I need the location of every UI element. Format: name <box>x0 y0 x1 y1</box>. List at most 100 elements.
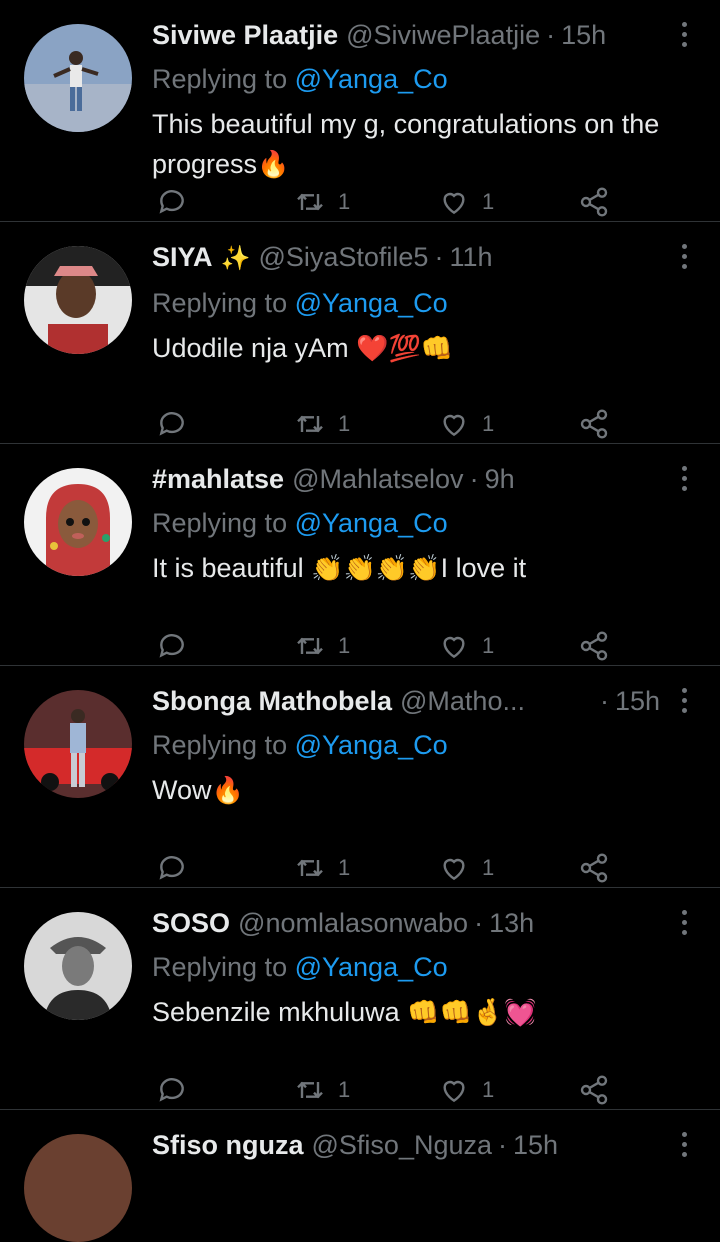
display-name[interactable]: Sbonga Mathobela <box>152 682 392 720</box>
share-button[interactable] <box>578 186 610 218</box>
timestamp[interactable]: 15h <box>615 682 660 720</box>
more-options-icon[interactable] <box>682 244 690 274</box>
tweet-text: This beautiful my g, congratulations on … <box>152 104 660 184</box>
retweet-button[interactable]: 1 <box>294 1074 350 1106</box>
mention-link[interactable]: @Yanga_Co <box>295 508 448 538</box>
separator-dot: · <box>599 686 609 716</box>
mention-link[interactable]: @Yanga_Co <box>295 952 448 982</box>
reply-button[interactable] <box>156 186 188 218</box>
share-icon <box>580 631 608 661</box>
tweet-text: Udodile nja yAm ❤️💯👊 <box>152 328 660 368</box>
tweet-body: Sebenzile mkhuluwa <box>152 997 400 1027</box>
mention-link[interactable]: @Yanga_Co <box>295 730 448 760</box>
display-name[interactable]: Siviwe Plaatjie <box>152 16 338 54</box>
retweet-icon <box>297 1081 323 1099</box>
more-options-icon[interactable] <box>682 1132 690 1162</box>
tweet-text: Wow🔥 <box>152 770 660 810</box>
sparkles-emoji: ✨ <box>220 245 251 272</box>
tweet-actions: 1 1 <box>152 186 622 222</box>
timestamp[interactable]: 15h <box>513 1126 558 1164</box>
share-button[interactable] <box>578 1074 610 1106</box>
share-button[interactable] <box>578 408 610 440</box>
separator-dot: · <box>474 908 484 938</box>
tweet[interactable]: SOSO @nomlalasonwabo · 13h Replying to @… <box>0 888 720 1110</box>
tweet-actions: 1 1 <box>152 408 622 444</box>
tweet[interactable]: Siviwe Plaatjie @SiviwePlaatjie · 15h Re… <box>0 0 720 222</box>
reply-icon <box>159 190 184 214</box>
more-options-icon[interactable] <box>682 910 690 940</box>
more-options-icon[interactable] <box>682 688 690 718</box>
reply-icon <box>159 412 184 436</box>
retweet-icon <box>297 637 323 655</box>
reply-button[interactable] <box>156 630 188 662</box>
reply-button[interactable] <box>156 852 188 884</box>
avatar[interactable] <box>24 912 132 1020</box>
replying-label: Replying to <box>152 952 288 982</box>
like-button[interactable]: 1 <box>438 408 494 440</box>
reply-icon <box>159 856 184 880</box>
retweet-icon <box>297 415 323 433</box>
tweet-body: Udodile nja yAm <box>152 333 349 363</box>
display-name[interactable]: #mahlatse <box>152 460 284 498</box>
tweet[interactable]: Sbonga Mathobela @Matho... · 15h Replyin… <box>0 666 720 888</box>
retweet-button[interactable]: 1 <box>294 408 350 440</box>
avatar[interactable] <box>24 690 132 798</box>
reply-button[interactable] <box>156 1074 188 1106</box>
display-name[interactable]: Sfiso nguza <box>152 1126 304 1164</box>
user-handle[interactable]: @Sfiso_Nguza <box>312 1126 493 1164</box>
timestamp[interactable]: 13h <box>489 904 534 942</box>
share-button[interactable] <box>578 852 610 884</box>
emoji-text: ❤️💯👊 <box>356 333 454 363</box>
like-button[interactable]: 1 <box>438 186 494 218</box>
emoji-text: 🔥 <box>257 149 290 179</box>
timestamp[interactable]: 9h <box>485 460 515 498</box>
emoji-text: 🔥 <box>211 775 244 805</box>
share-icon <box>580 1075 608 1105</box>
replying-label: Replying to <box>152 288 288 318</box>
user-handle[interactable]: @Mahlatselov <box>292 460 463 498</box>
timestamp[interactable]: 15h <box>561 16 606 54</box>
retweet-icon <box>297 859 323 877</box>
tweet-actions: 1 1 <box>152 630 622 666</box>
mention-link[interactable]: @Yanga_Co <box>295 64 448 94</box>
reply-feed: Siviwe Plaatjie @SiviwePlaatjie · 15h Re… <box>0 0 720 1242</box>
tweet-body: It is beautiful <box>152 553 304 583</box>
like-count: 1 <box>482 855 495 880</box>
retweet-button[interactable]: 1 <box>294 630 350 662</box>
share-button[interactable] <box>578 630 610 662</box>
retweet-icon <box>297 193 323 211</box>
like-button[interactable]: 1 <box>438 852 494 884</box>
replying-to: Replying to @Yanga_Co <box>152 284 660 322</box>
share-icon <box>580 409 608 439</box>
tweet-body: This beautiful my g, congratulations on … <box>152 109 660 179</box>
display-name[interactable]: SIYA <box>152 238 213 276</box>
tweet[interactable]: Sfiso nguza @Sfiso_Nguza · 15h <box>0 1110 720 1242</box>
user-handle[interactable]: @nomlalasonwabo <box>238 904 468 942</box>
replying-label: Replying to <box>152 508 288 538</box>
user-handle[interactable]: @SiyaStofile5 <box>258 238 428 276</box>
mention-link[interactable]: @Yanga_Co <box>295 288 448 318</box>
tweet-body: Wow <box>152 775 212 805</box>
share-icon <box>580 187 608 217</box>
heart-icon <box>443 414 465 437</box>
avatar[interactable] <box>24 1134 132 1242</box>
user-handle[interactable]: @SiviwePlaatjie <box>346 16 540 54</box>
more-options-icon[interactable] <box>682 466 690 496</box>
avatar[interactable] <box>24 24 132 132</box>
display-name[interactable]: SOSO <box>152 904 230 942</box>
user-handle[interactable]: @Matho... <box>400 682 525 720</box>
tweet[interactable]: #mahlatse @Mahlatselov · 9h Replying to … <box>0 444 720 666</box>
like-button[interactable]: 1 <box>438 630 494 662</box>
tweet[interactable]: SIYA ✨ @SiyaStofile5 · 11h Replying to @… <box>0 222 720 444</box>
reply-button[interactable] <box>156 408 188 440</box>
replying-to: Replying to @Yanga_Co <box>152 504 660 542</box>
tweet-actions: 1 1 <box>152 1074 622 1110</box>
like-button[interactable]: 1 <box>438 1074 494 1106</box>
retweet-button[interactable]: 1 <box>294 852 350 884</box>
avatar[interactable] <box>24 246 132 354</box>
timestamp[interactable]: 11h <box>449 238 492 276</box>
retweet-button[interactable]: 1 <box>294 186 350 218</box>
retweet-count: 1 <box>338 1077 351 1102</box>
more-options-icon[interactable] <box>682 22 690 52</box>
avatar[interactable] <box>24 468 132 576</box>
